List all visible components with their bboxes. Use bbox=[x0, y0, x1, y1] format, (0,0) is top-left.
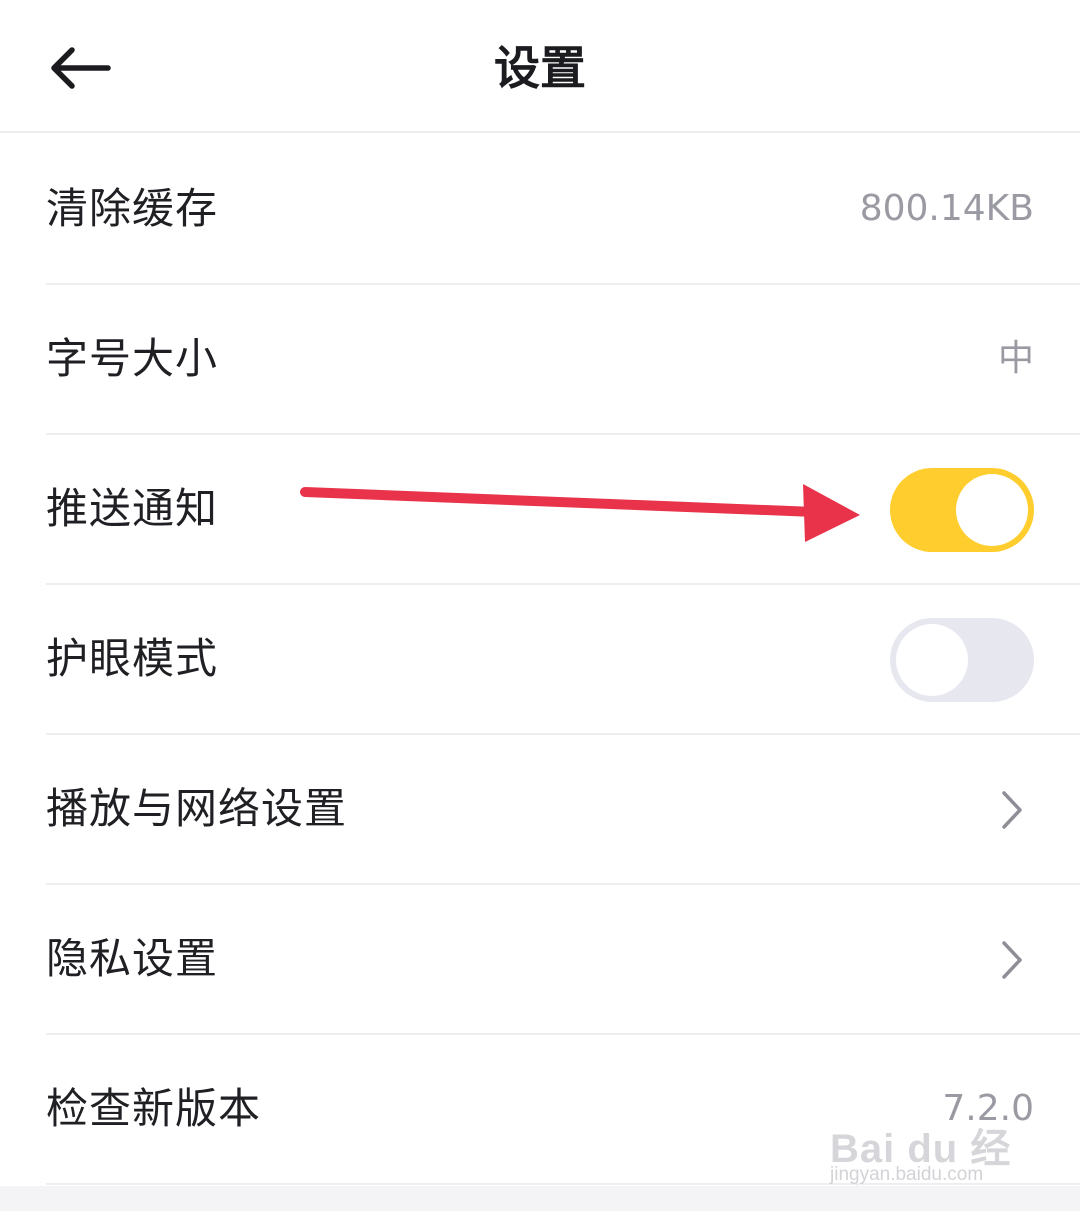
top-bar: 设置 bbox=[0, 0, 1080, 133]
toggle-knob bbox=[896, 624, 968, 696]
push-notification-toggle[interactable] bbox=[890, 468, 1034, 552]
settings-list: 清除缓存 800.14KB 字号大小 中 推送通知 护眼模式 播放与网络设置 隐… bbox=[0, 135, 1080, 1185]
setting-font-size[interactable]: 字号大小 中 bbox=[46, 285, 1080, 435]
setting-label: 检查新版本 bbox=[46, 1084, 262, 1133]
setting-privacy[interactable]: 隐私设置 bbox=[46, 885, 1080, 1035]
chevron-right-icon bbox=[1002, 941, 1022, 979]
page-title: 设置 bbox=[494, 41, 586, 95]
setting-push-notification: 推送通知 bbox=[46, 435, 1080, 585]
toggle-knob bbox=[956, 474, 1028, 546]
cache-size-value: 800.14KB bbox=[859, 188, 1034, 229]
setting-check-version[interactable]: 检查新版本 7.2.0 bbox=[46, 1035, 1080, 1185]
setting-playback-network[interactable]: 播放与网络设置 bbox=[46, 735, 1080, 885]
setting-label: 清除缓存 bbox=[46, 184, 219, 233]
setting-label: 推送通知 bbox=[46, 484, 219, 533]
chevron-right-icon bbox=[1002, 791, 1022, 829]
eye-protection-toggle[interactable] bbox=[890, 618, 1034, 702]
setting-label: 隐私设置 bbox=[46, 934, 219, 983]
setting-label: 护眼模式 bbox=[46, 634, 219, 683]
setting-eye-protection: 护眼模式 bbox=[46, 585, 1080, 735]
setting-label: 字号大小 bbox=[46, 334, 219, 383]
setting-label: 播放与网络设置 bbox=[46, 784, 348, 833]
setting-clear-cache[interactable]: 清除缓存 800.14KB bbox=[46, 135, 1080, 285]
font-size-value: 中 bbox=[997, 338, 1034, 379]
bottom-strip bbox=[0, 1186, 1080, 1211]
version-value: 7.2.0 bbox=[942, 1088, 1034, 1129]
